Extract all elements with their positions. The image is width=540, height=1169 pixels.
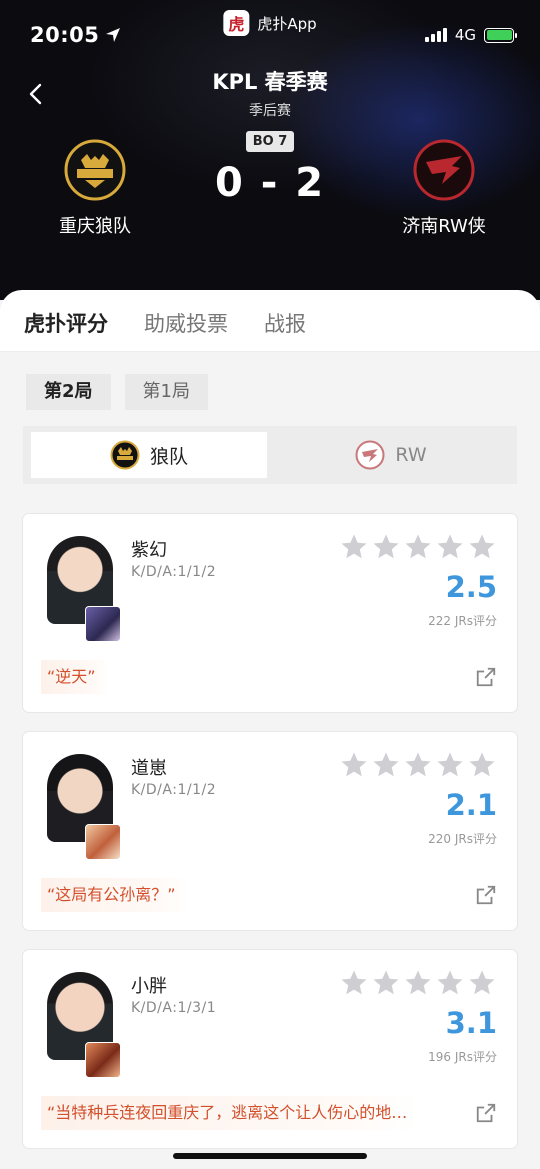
- format-badge: BO 7: [246, 131, 294, 152]
- tab-report[interactable]: 战报: [264, 308, 306, 351]
- share-icon[interactable]: [475, 1102, 497, 1124]
- player-name: 小胖: [131, 976, 167, 997]
- star-rating[interactable]: [339, 968, 497, 998]
- rw-logo: [412, 138, 476, 202]
- away-team[interactable]: 济南RW侠: [364, 138, 524, 238]
- rating-count: 220 JRs评分: [428, 832, 497, 846]
- player-card[interactable]: 小胖 K/D/A:1/3/1 3.1 196 JRs评分 “当特种兵连夜回重庆了…: [23, 950, 517, 1148]
- location-arrow-icon: [106, 28, 121, 42]
- rw-mini-logo: [355, 440, 385, 470]
- player-card[interactable]: 紫幻 K/D/A:1/1/2 2.5 222 JRs评分 “逆天”: [23, 514, 517, 712]
- team-toggle-away-label: RW: [395, 444, 427, 466]
- away-team-name: 济南RW侠: [402, 216, 486, 237]
- team-toggle-home[interactable]: 狼队: [31, 432, 267, 478]
- battery-icon: [484, 27, 517, 43]
- star-icon[interactable]: [435, 968, 465, 998]
- player-rating: 2.5: [445, 570, 497, 604]
- player-kda: K/D/A:1/1/2: [131, 782, 217, 798]
- content-sheet: 虎扑评分 助威投票 战报 第2局 第1局 狼队 RW 紫幻 K/D/A:1/1/…: [0, 290, 540, 1169]
- player-name: 道崽: [131, 758, 167, 779]
- player-name: 紫幻: [131, 540, 167, 561]
- rating-count: 222 JRs评分: [428, 614, 497, 628]
- signal-icon: [424, 28, 447, 42]
- star-icon[interactable]: [371, 532, 401, 562]
- share-icon[interactable]: [475, 666, 497, 688]
- star-rating[interactable]: [339, 532, 497, 562]
- star-icon[interactable]: [467, 750, 497, 780]
- rating-count: 196 JRs评分: [428, 1050, 497, 1064]
- team-toggle: 狼队 RW: [23, 426, 517, 484]
- home-team-name: 重庆狼队: [59, 216, 131, 237]
- star-icon[interactable]: [435, 750, 465, 780]
- team-toggle-home-label: 狼队: [149, 445, 188, 468]
- player-kda: K/D/A:1/3/1: [131, 1000, 217, 1016]
- home-indicator[interactable]: [173, 1153, 367, 1159]
- home-team[interactable]: 重庆狼队: [15, 138, 175, 238]
- rating-panel: 第2局 第1局 狼队 RW 紫幻 K/D/A:1/1/2 2.5 222 JRs…: [0, 352, 540, 1169]
- star-icon[interactable]: [403, 968, 433, 998]
- star-rating[interactable]: [339, 750, 497, 780]
- top-comment[interactable]: “逆天”: [41, 660, 108, 694]
- star-icon[interactable]: [371, 750, 401, 780]
- player-rating: 3.1: [445, 1006, 497, 1040]
- star-icon[interactable]: [435, 532, 465, 562]
- player-kda: K/D/A:1/1/2: [131, 564, 217, 580]
- match-header: 20:05 4G 虎 虎扑App KPL 春季赛 季后赛 BO 7 0 - 2: [0, 0, 540, 300]
- star-icon[interactable]: [339, 968, 369, 998]
- clock: 20:05: [30, 23, 100, 47]
- app-logo: 虎: [223, 10, 250, 36]
- team-toggle-away[interactable]: RW: [273, 432, 509, 478]
- tab-rating[interactable]: 虎扑评分: [24, 308, 108, 373]
- player-card[interactable]: 道崽 K/D/A:1/1/2 2.1 220 JRs评分 “这局有公孙离？”: [23, 732, 517, 930]
- game-tab-1[interactable]: 第1局: [124, 374, 208, 410]
- hero-portrait: [85, 606, 121, 642]
- star-icon[interactable]: [339, 750, 369, 780]
- stage-label: 季后赛: [249, 103, 291, 119]
- share-icon[interactable]: [475, 884, 497, 906]
- tab-bar: 虎扑评分 助威投票 战报: [0, 290, 540, 373]
- tab-vote[interactable]: 助威投票: [144, 308, 228, 351]
- top-comment[interactable]: “当特种兵连夜回重庆了，逃离这个让人伤心的地…: [41, 1096, 420, 1130]
- top-comment[interactable]: “这局有公孙离？”: [41, 878, 188, 912]
- game-selector: 第2局 第1局: [26, 374, 208, 410]
- star-icon[interactable]: [403, 532, 433, 562]
- status-indicators: 4G: [424, 26, 517, 44]
- app-name: 虎扑App: [257, 14, 317, 33]
- hero-portrait: [85, 824, 121, 860]
- star-icon[interactable]: [403, 750, 433, 780]
- app-screen: 20:05 4G 虎 虎扑App KPL 春季赛 季后赛 BO 7 0 - 2: [0, 0, 540, 1169]
- wolves-mini-logo: [110, 440, 140, 470]
- star-icon[interactable]: [371, 968, 401, 998]
- star-icon[interactable]: [467, 968, 497, 998]
- status-time: 20:05: [30, 23, 121, 47]
- league-title: KPL 春季赛: [212, 70, 328, 94]
- app-badge: 虎 虎扑App: [223, 10, 317, 36]
- network-label: 4G: [454, 26, 476, 44]
- player-rating: 2.1: [445, 788, 497, 822]
- star-icon[interactable]: [467, 532, 497, 562]
- wolves-logo: [63, 138, 127, 202]
- star-icon[interactable]: [339, 532, 369, 562]
- hero-portrait: [85, 1042, 121, 1078]
- game-tab-2[interactable]: 第2局: [26, 374, 111, 410]
